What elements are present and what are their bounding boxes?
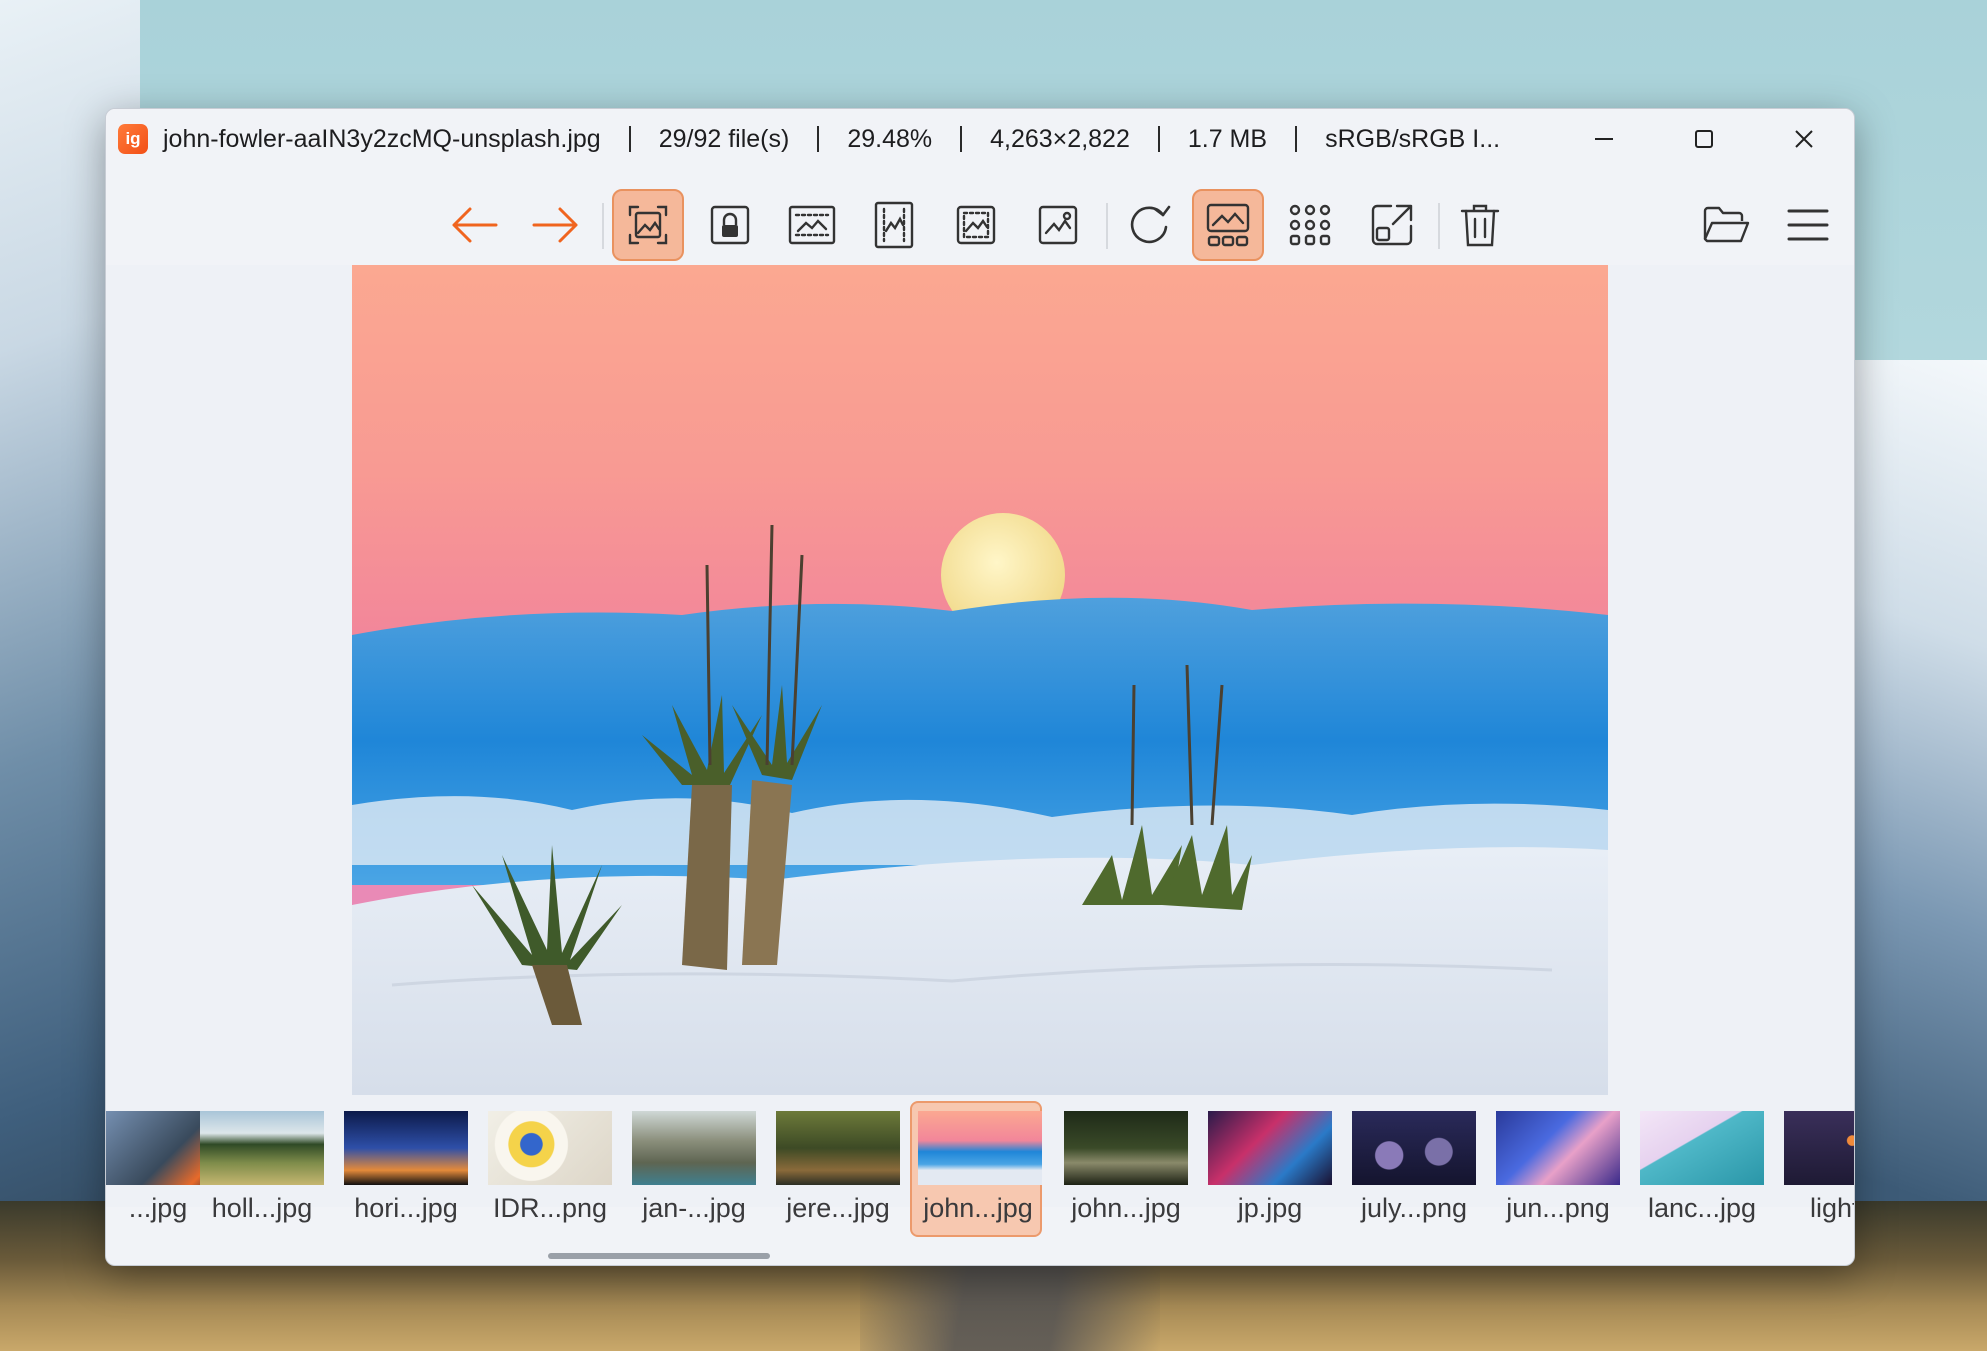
gallery-icon <box>1206 203 1250 247</box>
thumbnail-item[interactable]: jan-...jpg <box>622 1101 756 1237</box>
image-viewer-area[interactable]: ...jpg holl...jpg hori...jpg IDR...png j… <box>106 265 1854 1237</box>
hamburger-menu-icon <box>1787 209 1829 241</box>
scale-to-height-button[interactable] <box>858 189 930 261</box>
thumbnail-image <box>344 1111 468 1185</box>
thumbnail-item[interactable]: jp.jpg <box>1198 1101 1332 1237</box>
thumbnail-image <box>488 1111 612 1185</box>
maximize-button[interactable] <box>1654 109 1754 169</box>
thumbnail-image <box>1784 1111 1854 1185</box>
title-separator <box>1295 126 1298 152</box>
minimize-icon <box>1595 138 1613 140</box>
auto-zoom-button[interactable] <box>612 189 684 261</box>
open-folder-button[interactable] <box>1690 189 1762 261</box>
thumbnail-label: jan-...jpg <box>642 1193 746 1223</box>
title-separator <box>1157 126 1160 152</box>
thumbnail-grid-icon <box>1289 204 1331 246</box>
arrow-left-icon <box>452 207 498 243</box>
thumbnail-label: IDR...png <box>492 1193 608 1223</box>
arrow-right-icon <box>532 207 578 243</box>
title-separator <box>628 126 631 152</box>
thumbnail-label: holl...jpg <box>211 1193 313 1223</box>
refresh-button[interactable] <box>1113 189 1185 261</box>
title-bar[interactable]: ig john-fowler-aaIN3y2zcMQ-unsplash.jpg … <box>106 109 1854 169</box>
original-size-icon <box>1038 205 1078 245</box>
file-count: 29/92 file(s) <box>658 124 790 153</box>
thumbnail-grid-button[interactable] <box>1274 189 1346 261</box>
toolbar-separator <box>1106 203 1108 249</box>
thumbnail-label: light... <box>1809 1193 1854 1223</box>
toolbar <box>106 169 1854 265</box>
thumbnail-image <box>1352 1111 1476 1185</box>
thumbnail-item[interactable]: lanc...jpg <box>1630 1101 1764 1237</box>
minimize-button[interactable] <box>1554 109 1654 169</box>
close-icon <box>1795 130 1813 148</box>
file-size: 1.7 MB <box>1187 124 1268 153</box>
thumbnail-image <box>1496 1111 1620 1185</box>
thumbnail-image <box>1064 1111 1188 1185</box>
auto-zoom-icon <box>628 205 668 245</box>
thumbnail-label: john...jpg <box>923 1193 1033 1223</box>
thumbnail-item[interactable]: IDR...png <box>478 1101 612 1237</box>
thumbnail-image <box>632 1111 756 1185</box>
thumbnail-item[interactable]: john...jpg <box>1054 1101 1188 1237</box>
open-external-icon <box>1371 204 1413 246</box>
toolbar-separator <box>1438 203 1440 249</box>
thumbnail-item[interactable]: holl...jpg <box>190 1101 324 1237</box>
image-viewer-window: ig john-fowler-aaIN3y2zcMQ-unsplash.jpg … <box>105 108 1855 1266</box>
thumbnail-label: july...png <box>1360 1193 1468 1223</box>
lock-zoom-button[interactable] <box>694 189 766 261</box>
scale-to-width-button[interactable] <box>776 189 848 261</box>
color-profile: sRGB/sRGB I... <box>1325 124 1501 153</box>
thumbnail-item[interactable]: july...png <box>1342 1101 1476 1237</box>
next-image-button[interactable] <box>520 189 592 261</box>
thumbnail-image <box>1640 1111 1764 1185</box>
toolbar-separator <box>602 203 604 249</box>
thumbnail-item-selected[interactable]: john...jpg <box>910 1101 1042 1237</box>
previous-image-button[interactable] <box>438 189 510 261</box>
title-separator <box>960 126 963 152</box>
lock-zoom-icon <box>710 205 750 245</box>
main-image[interactable] <box>352 265 1608 1095</box>
delete-button[interactable] <box>1444 189 1516 261</box>
thumbnail-label: lanc...jpg <box>1647 1193 1757 1223</box>
zoom-level: 29.48% <box>847 124 933 153</box>
thumbnail-item[interactable]: jere...jpg <box>766 1101 900 1237</box>
desktop-wallpaper-road <box>860 1251 1160 1351</box>
maximize-icon <box>1695 130 1713 148</box>
thumbnail-label: jere...jpg <box>786 1193 890 1223</box>
scale-to-fit-button[interactable] <box>940 189 1012 261</box>
thumbnail-label: john...jpg <box>1071 1193 1181 1223</box>
open-folder-icon <box>1703 206 1750 243</box>
thumbnail-label: hori...jpg <box>354 1193 458 1223</box>
delete-icon <box>1460 204 1500 247</box>
thumbnail-image <box>918 1111 1042 1185</box>
file-name: john-fowler-aaIN3y2zcMQ-unsplash.jpg <box>163 124 601 153</box>
thumbnail-item[interactable]: light... <box>1774 1101 1854 1237</box>
scale-to-height-icon <box>874 201 914 249</box>
scale-to-width-icon <box>788 205 836 245</box>
thumbnail-image <box>200 1111 324 1185</box>
open-external-button[interactable] <box>1356 189 1428 261</box>
thumbnail-label: jp.jpg <box>1237 1193 1303 1223</box>
thumbnail-image <box>1208 1111 1332 1185</box>
thumbnail-label: jun...png <box>1506 1193 1610 1223</box>
thumbnail-item[interactable]: hori...jpg <box>334 1101 468 1237</box>
original-size-button[interactable] <box>1022 189 1094 261</box>
thumbnail-item[interactable]: jun...png <box>1486 1101 1620 1237</box>
refresh-icon <box>1130 205 1171 244</box>
thumbnail-image <box>776 1111 900 1185</box>
main-menu-button[interactable] <box>1772 189 1844 261</box>
thumbnail-scrollbar[interactable] <box>548 1253 770 1259</box>
photo-desert-moonrise <box>352 265 1608 1095</box>
thumbnail-strip[interactable]: ...jpg holl...jpg hori...jpg IDR...png j… <box>106 1101 1854 1237</box>
gallery-button[interactable] <box>1192 189 1264 261</box>
app-logo-icon: ig <box>118 124 148 154</box>
close-button[interactable] <box>1754 109 1854 169</box>
image-dimensions: 4,263×2,822 <box>990 124 1130 153</box>
title-separator <box>817 126 820 152</box>
scale-to-fit-icon <box>956 205 996 245</box>
